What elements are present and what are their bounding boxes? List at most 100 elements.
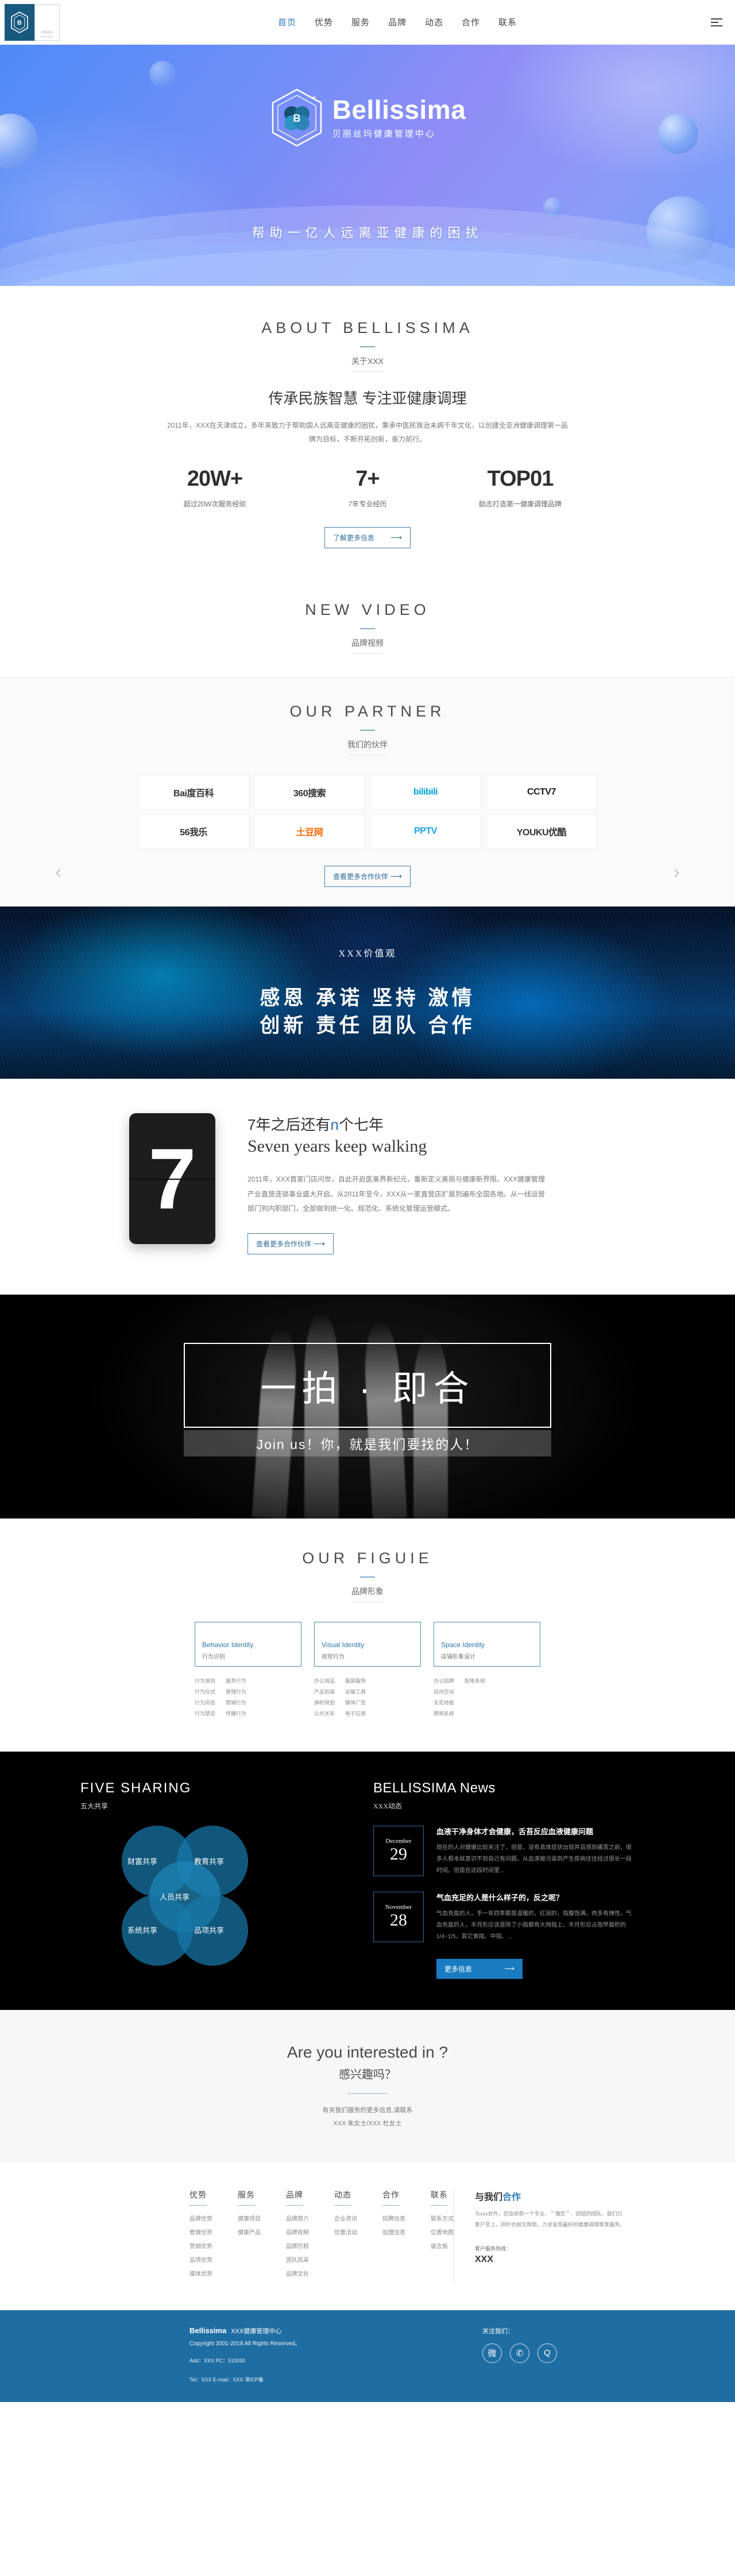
identity-lists: 行为准则 行为仪式 行为风俗 行为禁忌 服务行为 管理行为 营销行为 传播行为 … [80,1676,655,1719]
baidu-baike-logo: Bai度百科 [173,789,214,799]
join-headline: 一拍 · 即合 [260,1369,475,1409]
identity-card[interactable]: Visual Identity 视觉行为 [314,1621,421,1667]
footer-link[interactable]: 品牌简介 [286,2213,309,2226]
footer-link[interactable]: 品牌文化 [286,2268,309,2281]
news-more-button[interactable]: 更多信息 ⟶ [436,1958,523,1979]
news-item[interactable]: December 29 血液干净身体才会健康，舌苔反应血液健康问题 现在的人对健… [373,1825,632,1877]
nav-item-service[interactable]: 服务 [351,16,370,28]
footer-link[interactable]: 品项优势 [189,2254,212,2268]
partner-logo-cell[interactable]: 土豆网 [254,814,365,849]
about-more-button[interactable]: 了解更多信息 ⟶ [324,527,411,549]
list-item: 产品包装 [314,1688,335,1695]
partner-logo-cell[interactable]: PPTV [370,814,481,849]
news-day: 28 [390,1911,407,1930]
copyright-brand-cn: XXX健康管理中心 [231,2327,282,2335]
carousel-prev-icon[interactable]: ‹ [55,861,61,884]
footer-link[interactable]: 位置地图 [431,2226,454,2240]
logo-since-text: Since 2011 [40,34,54,38]
identity-card[interactable]: Space Identity 店铺形象设计 [434,1621,540,1667]
values-kicker: XXX价值观 [338,949,397,959]
menu-icon[interactable] [711,18,722,26]
carousel-next-icon[interactable]: › [674,861,680,884]
partner-logo-cell[interactable]: 56我乐 [138,814,249,849]
identity-card-cn: 店铺形象设计 [441,1653,475,1660]
logo[interactable]: B 贝丽丝玛 Since 2011 [5,3,60,41]
footer-link[interactable]: 团队风采 [286,2254,309,2268]
footer-link[interactable]: 健康产品 [238,2226,261,2240]
nav-item-contact[interactable]: 联系 [498,16,517,28]
news-item[interactable]: November 28 气血充足的人是什么样子的，反之呢？ 气血充盈的人，手一年… [373,1891,632,1943]
seven-more-button[interactable]: 查看更多合作伙伴 ⟶ [247,1233,334,1254]
seven-heading-em: n [330,1116,339,1134]
cooperate-title: 与我们合作 [475,2189,626,2203]
partner-logo-cell[interactable]: CCTV7 [486,775,597,810]
footer-link[interactable]: 品牌视频 [286,2226,309,2240]
footer-link[interactable]: 品牌历程 [286,2240,309,2254]
arrow-right-icon: ⟶ [390,871,402,881]
nav-item-cooperation[interactable]: 合作 [462,16,480,28]
news-subtitle: XXX动态 [373,1802,402,1810]
partner-logo-cell[interactable]: YOUKU优酷 [486,814,597,849]
wechat-icon[interactable]: ✆ [510,2343,529,2363]
copyright-brand: Bellissima [189,2326,227,2335]
identity-list-col: 服装服饰 运输工具 媒体广告 电子应用 [345,1676,366,1719]
video-subtitle: 品牌视频 [351,637,384,654]
partner-logo-cell[interactable]: bilibili [370,775,481,810]
logo-cn-text: 贝丽丝玛 [41,30,53,34]
list-item: 旗帜规划 [314,1699,335,1706]
56-wole-logo: 56我乐 [180,828,207,838]
footer-link[interactable]: 招聘信息 [382,2213,405,2226]
footer-link[interactable]: 营销优势 [189,2240,212,2254]
footer-column-cooperation: 合作 招聘信息 加盟信息 [382,2189,405,2281]
nav-item-brand[interactable]: 品牌 [388,16,407,28]
seven-heading-a: 7年之后还有 [247,1116,331,1134]
figure-subtitle: 品牌形象 [351,1586,384,1602]
nav-item-advantage[interactable]: 优势 [315,16,333,28]
svg-text:+: + [312,92,316,102]
partner-section: OUR PARTNER 我们的伙伴 Bai度百科 360搜索 bilibili … [0,677,735,907]
footer-link[interactable]: 健康项目 [238,2213,261,2226]
about-description: 2011年，XXX在天津成立，多年来致力于帮助国人远离亚健康的困扰，秉承中医民族… [167,421,568,443]
list-item: 管理行为 [226,1688,247,1695]
footer-link[interactable]: 管理优势 [189,2226,212,2240]
news-more-label: 更多信息 [444,1965,473,1973]
nav-item-home[interactable]: 首页 [278,16,296,28]
list-item: 行为仪式 [195,1688,216,1695]
stat-caption: 励志打造第一健康调理品牌 [478,500,562,508]
partner-more-label: 查看更多合作伙伴 [333,873,389,881]
partner-logo-cell[interactable]: 360搜索 [254,775,365,810]
section-rule [360,628,375,630]
seven-heading-b: 个七年 [338,1116,384,1134]
news-day: 29 [390,1845,407,1864]
venn-label: 教育共享 [194,1857,225,1866]
footer-column-brand: 品牌 品牌简介 品牌视频 品牌历程 团队风采 品牌文化 [286,2189,309,2281]
footer-link[interactable]: 品牌优势 [189,2213,212,2226]
footer-link[interactable]: 媒体优势 [189,2268,212,2281]
hotline-value: XXX [475,2255,494,2265]
qq-icon[interactable]: Q [537,2343,557,2363]
news-month: December [385,1838,412,1845]
identity-card[interactable]: Behavior Identity 行为识别 [195,1621,301,1667]
footer-link[interactable]: 联系方式 [431,2213,454,2226]
footer-column-service: 服务 健康项目 健康产品 [238,2189,261,2281]
flip-clock-card: 7 [129,1113,215,1245]
partner-logo-cell[interactable]: Bai度百科 [138,775,249,810]
footer-link[interactable]: 留言板 [431,2240,454,2254]
partner-more-button[interactable]: 查看更多合作伙伴 ⟶ [324,866,411,888]
interest-section: Are you interested in ? 感兴趣吗？ 有关我们服务的更多信… [0,2009,735,2163]
footer-link[interactable]: 优惠活动 [334,2226,357,2240]
nav-item-news[interactable]: 动态 [425,16,443,28]
news-date-badge: December 29 [373,1825,424,1876]
section-rule [360,730,375,731]
footer-link[interactable]: 加盟信息 [382,2226,405,2240]
footer-column-head: 品牌 [286,2189,303,2206]
hero-slogan: 帮助一亿人远离亚健康的困扰 [252,226,483,240]
follow-label: 关注我们： [482,2327,514,2335]
venn-label: 人员共享 [160,1892,190,1901]
list-item: 天花地板 [434,1699,455,1706]
venn-label: 财富共享 [127,1857,158,1866]
list-item: 电子应用 [345,1710,366,1717]
weibo-icon[interactable]: 微 [482,2343,502,2363]
footer-link[interactable]: 企业资讯 [334,2213,357,2226]
news-headline: 气血充足的人是什么样子的，反之呢？ [436,1893,564,1902]
